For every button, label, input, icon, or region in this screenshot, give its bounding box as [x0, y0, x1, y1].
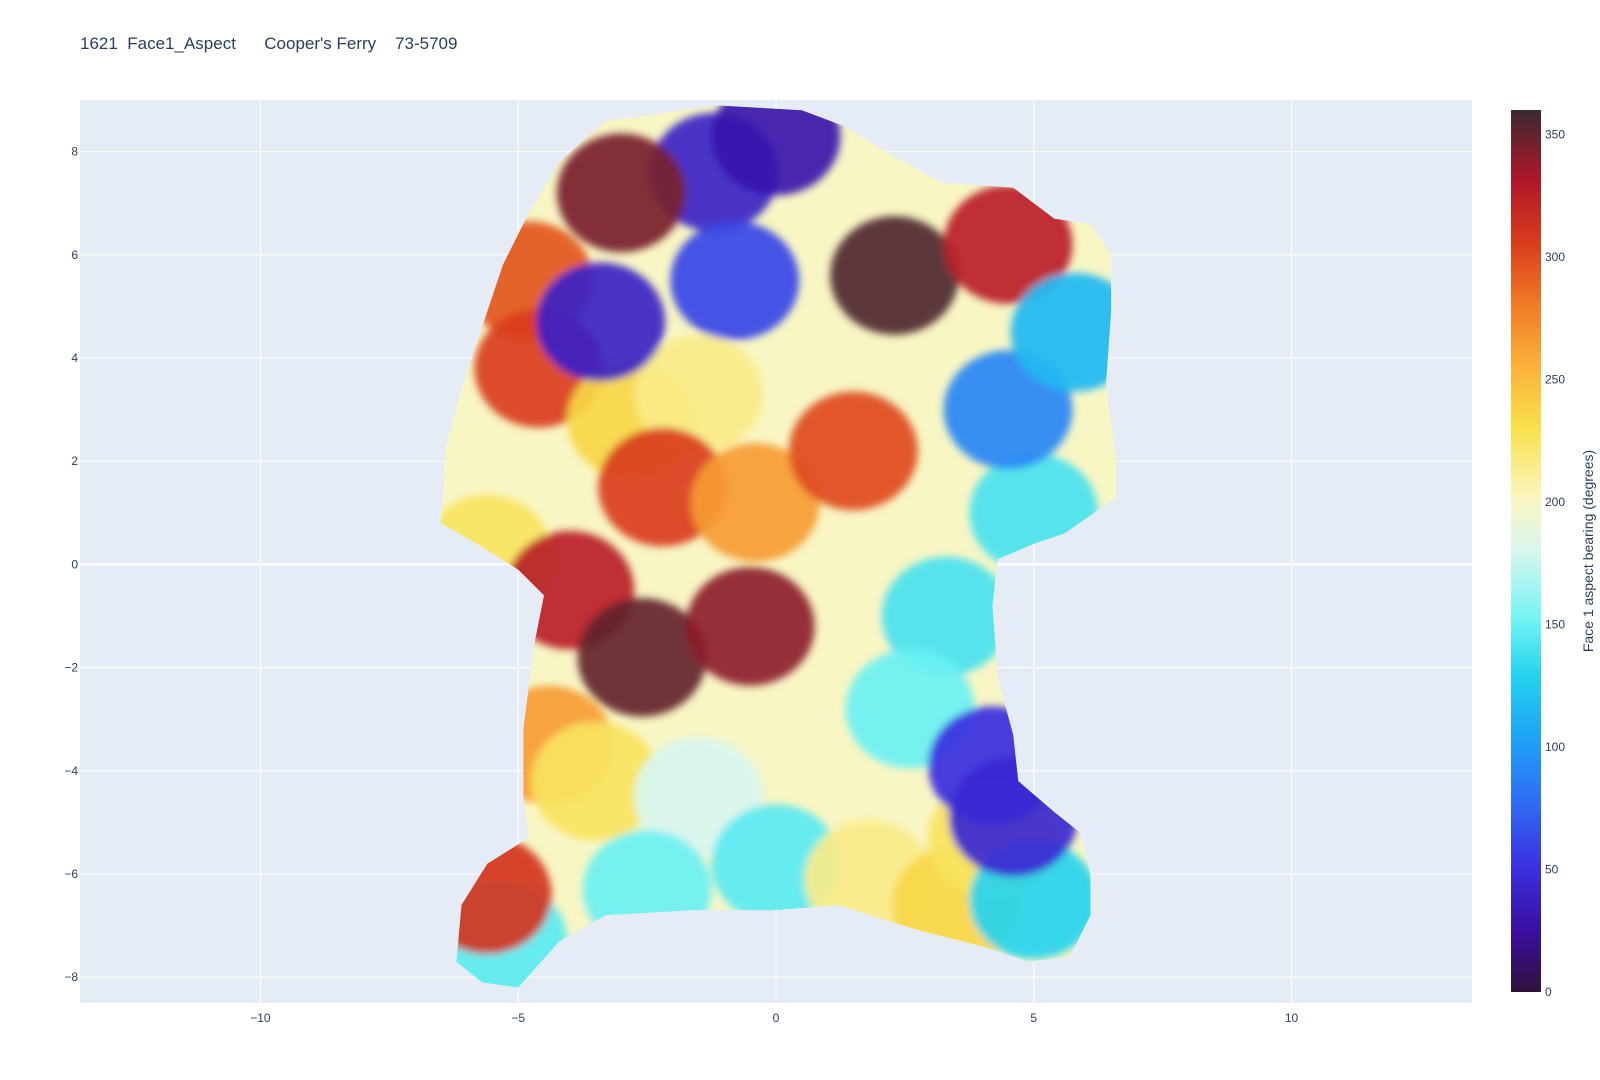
aspect-region	[788, 391, 918, 511]
y-tick-label: −4	[64, 764, 78, 778]
y-tick-label: 6	[71, 248, 78, 262]
x-tick-label: −10	[250, 1011, 271, 1025]
y-axis-ticks: 8 6 4 2 0 −2 −4 −6 −8	[64, 145, 78, 985]
colorbar-tick-label: 50	[1545, 863, 1559, 877]
aspect-region	[711, 105, 841, 196]
y-tick-label: −6	[64, 867, 78, 881]
x-tick-label: 10	[1285, 1011, 1299, 1025]
y-tick-label: 2	[71, 454, 78, 468]
aspect-region	[830, 216, 960, 335]
x-axis-ticks: −10 −5 0 5 10	[250, 1011, 1298, 1025]
colorbar-tick-label: 0	[1545, 985, 1552, 999]
chart-svg: −10 −5 0 5 10 8 6 4 2 0 −2 −4 −6 −8 0 50 100 150 200 250 3…	[64, 100, 1596, 1025]
aspect-region	[556, 133, 686, 253]
y-tick-label: −8	[64, 970, 78, 984]
colorbar-title: Face 1 aspect bearing (degrees)	[1580, 450, 1596, 652]
y-tick-label: 0	[71, 557, 78, 571]
colorbar-tick-label: 100	[1545, 740, 1565, 754]
colorbar-gradient	[1511, 110, 1541, 992]
y-tick-label: 8	[71, 145, 78, 159]
y-tick-label: 4	[71, 351, 78, 365]
x-tick-label: 0	[773, 1011, 780, 1025]
aspect-region	[670, 221, 800, 340]
colorbar-tick-label: 300	[1545, 250, 1565, 264]
aspect-region	[685, 566, 815, 686]
colorbar-tick-label: 200	[1545, 495, 1565, 509]
aspect-region	[536, 262, 666, 382]
y-tick-label: −2	[64, 661, 78, 675]
colorbar-tick-label: 350	[1545, 128, 1565, 142]
colorbar: 0 50 100 150 200 250 300 350 Face 1 aspect beari…	[1511, 110, 1596, 999]
colorbar-tick-label: 250	[1545, 373, 1565, 387]
colorbar-tick-label: 150	[1545, 618, 1565, 632]
x-tick-label: 5	[1030, 1011, 1037, 1025]
x-tick-label: −5	[511, 1011, 525, 1025]
